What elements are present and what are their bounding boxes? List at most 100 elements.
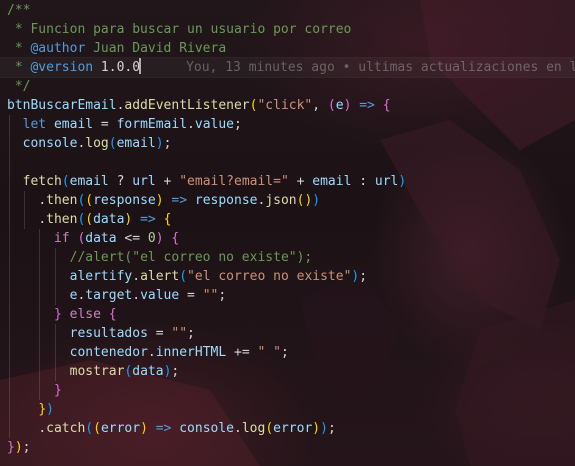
identifier: url — [374, 174, 399, 189]
code-line: //alert("el correo no existe"); — [0, 248, 575, 267]
bracket: } — [7, 440, 15, 455]
code-line: alertify.alert("el correo no existe"); — [0, 267, 575, 286]
operator: = — [93, 117, 117, 132]
line-comment: //alert("el correo no existe"); — [69, 250, 313, 265]
function-name: then — [46, 212, 78, 227]
comment-star: * — [7, 60, 31, 75]
parameter: data — [93, 212, 125, 227]
indent-guide — [9, 248, 10, 267]
function-name: json — [265, 193, 297, 208]
string-literal: "click" — [257, 98, 313, 113]
code-line: console.log(email); — [0, 134, 575, 153]
bracket: ( — [93, 421, 101, 436]
indent-guide — [9, 210, 10, 229]
punctuation: ; — [187, 326, 195, 341]
punctuation: . — [38, 193, 47, 208]
bracket: } — [53, 307, 62, 322]
punctuation: ; — [218, 288, 227, 303]
bracket: { — [163, 212, 172, 227]
operator: + — [288, 174, 313, 189]
code-line: contenedor.innerHTML += " "; — [0, 343, 575, 362]
bracket: ) — [155, 136, 164, 151]
code-editor[interactable]: /** * Funcion para buscar un usuario por… — [0, 0, 575, 466]
code-line: btnBuscarEmail.addEventListener("click",… — [0, 96, 575, 115]
code-line: }); — [0, 438, 575, 457]
punctuation: ; — [327, 421, 336, 436]
indent-guide — [9, 172, 10, 191]
string-literal: " " — [257, 345, 281, 360]
indent-guide — [39, 286, 40, 305]
punctuation: . — [132, 288, 141, 303]
indent-guide — [9, 191, 10, 210]
keyword: let — [22, 117, 47, 132]
code-line: } — [0, 381, 575, 400]
string-literal: "el correo no existe" — [187, 269, 352, 284]
indent-guide — [9, 362, 10, 381]
indent-guide — [55, 362, 56, 381]
number-literal: 0 — [147, 231, 156, 246]
identifier: data — [85, 231, 117, 246]
indent-guide — [24, 210, 25, 229]
string-literal: "email?email=" — [179, 174, 289, 189]
function-name: mostrar — [69, 364, 125, 379]
bracket: ( — [85, 421, 94, 436]
operator: ? — [108, 174, 133, 189]
function-name: fetch — [22, 174, 62, 189]
punctuation: . — [38, 421, 47, 436]
arrow-operator: => — [147, 421, 180, 436]
code-line-empty — [0, 153, 575, 172]
bracket: ( — [85, 193, 94, 208]
operator: = — [179, 288, 203, 303]
identifier: email — [312, 174, 352, 189]
identifier: email — [116, 136, 156, 151]
doc-comment-close: */ — [7, 79, 31, 94]
punctuation: ; — [163, 136, 172, 151]
code-line: let email = formEmail.value; — [0, 115, 575, 134]
operator: = — [147, 326, 172, 341]
bracket: ) — [140, 421, 148, 436]
code-line: .then((data) => { — [0, 210, 575, 229]
bracket: ) — [155, 193, 164, 208]
bracket: ( — [265, 421, 274, 436]
code-line: }) — [0, 400, 575, 419]
bracket: { — [171, 231, 180, 246]
version-number: 1.0.0 — [93, 60, 141, 75]
indent-guide — [39, 248, 40, 267]
identifier: email — [46, 117, 94, 132]
code-line: resultados = ""; — [0, 324, 575, 343]
identifier: email — [69, 174, 109, 189]
keyword: if — [53, 231, 70, 246]
function-name: log — [85, 136, 109, 151]
code-line-current: * @version 1.0.0 You, 13 minutes ago • ul… — [0, 57, 575, 78]
indent-guide — [55, 286, 56, 305]
property: innerHTML — [155, 345, 227, 360]
indent-guide — [9, 419, 10, 438]
arrow-operator: => — [132, 212, 164, 227]
author-name: Juan David Rivera — [85, 41, 227, 56]
method-name: addEventListener — [124, 98, 250, 113]
identifier: alertify — [69, 269, 133, 284]
indent-guide — [9, 343, 10, 362]
parameter: e — [335, 98, 344, 113]
property: value — [194, 117, 235, 132]
code-line: .then((response) => response.json()) — [0, 191, 575, 210]
indent-guide — [39, 362, 40, 381]
punctuation: . — [132, 269, 141, 284]
identifier: resultados — [69, 326, 148, 341]
punctuation: . — [187, 117, 195, 132]
function-name: log — [241, 421, 266, 436]
bracket: ( — [179, 269, 188, 284]
bracket: ) — [46, 402, 54, 417]
code-line: * @author Juan David Rivera — [0, 39, 575, 58]
bracket: ( — [108, 136, 117, 151]
indent-guide — [9, 229, 10, 248]
operator: <= — [116, 231, 148, 246]
string-literal: "" — [202, 288, 219, 303]
bracket: ) — [14, 440, 23, 455]
code-line: fetch(email ? url + "email?email=" + ema… — [0, 172, 575, 191]
identifier: contenedor — [69, 345, 148, 360]
code-area[interactable]: /** * Funcion para buscar un usuario por… — [0, 0, 575, 457]
string-literal: "" — [171, 326, 188, 341]
jsdoc-version-tag: @version — [30, 60, 94, 75]
punctuation: , — [312, 98, 328, 113]
